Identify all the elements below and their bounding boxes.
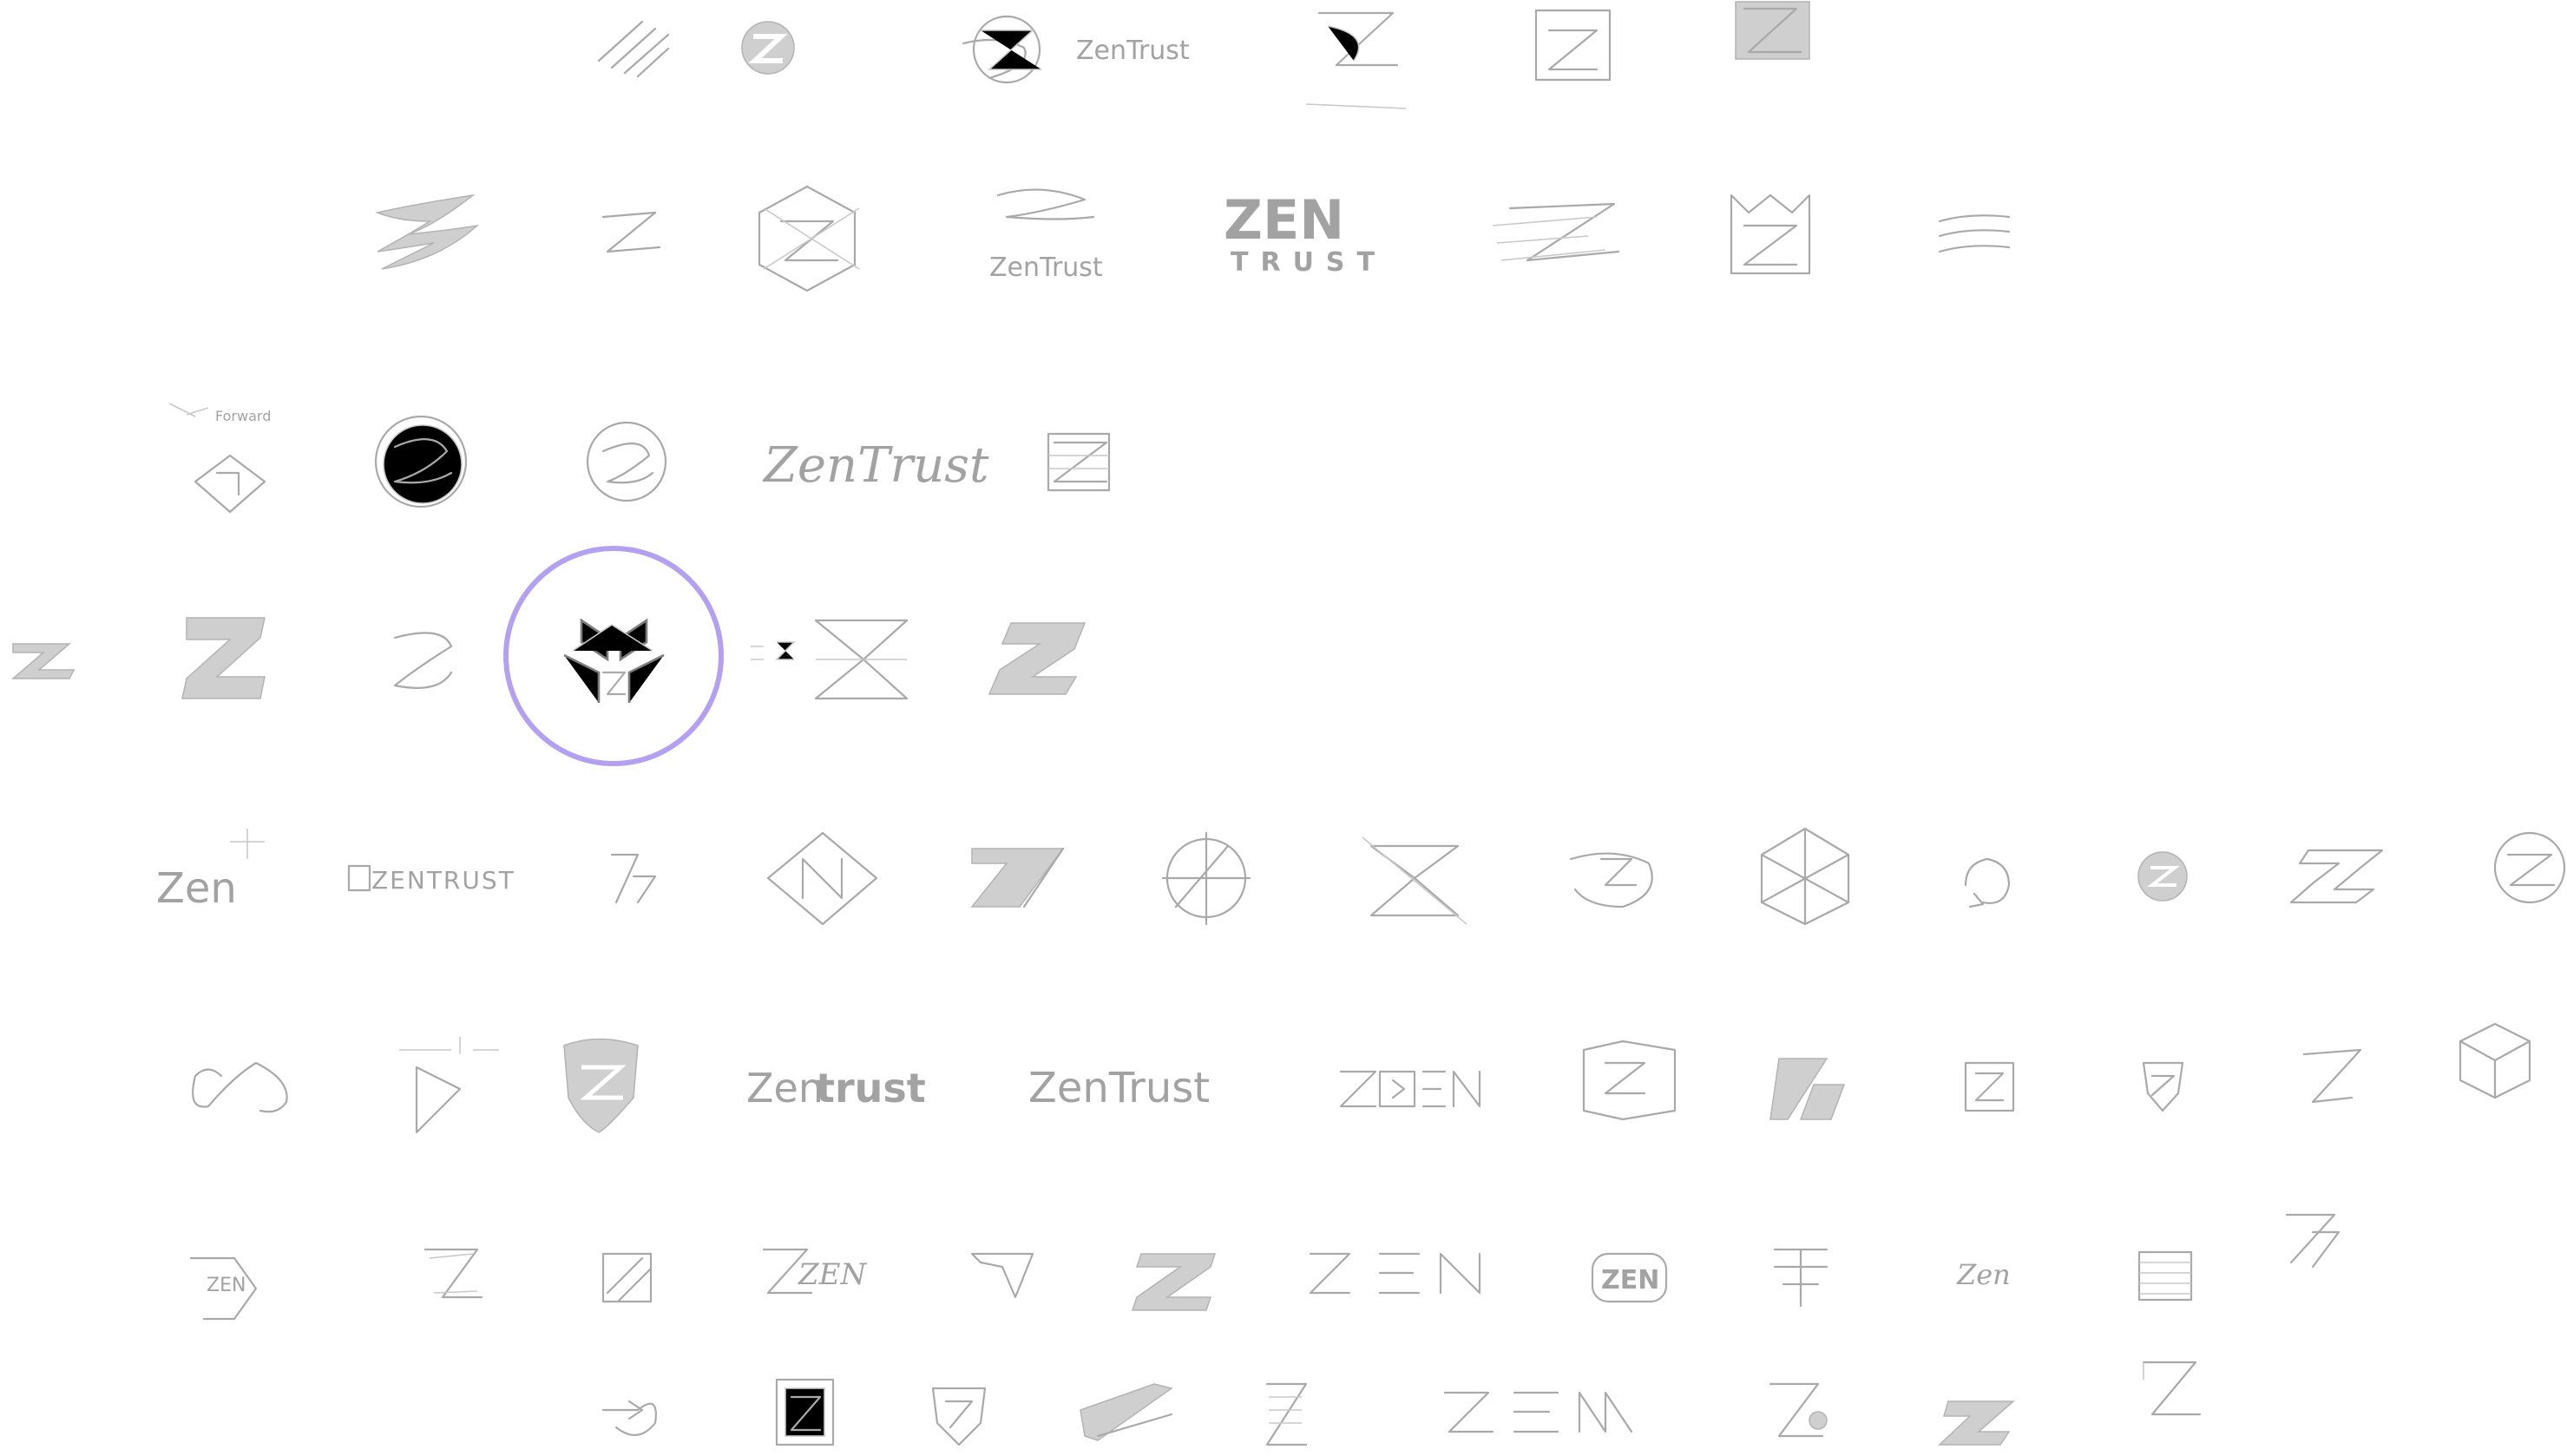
sketch-outline-z-icon bbox=[2289, 849, 2384, 904]
wordmark-zentrust-row2: ZenTrust bbox=[989, 253, 1103, 283]
sketch-double-frame-z-icon bbox=[775, 1378, 835, 1446]
sketch-tiny-z-icon bbox=[10, 643, 76, 679]
sketch-spaced-zen-wordmark bbox=[1309, 1252, 1481, 1295]
wordmark-zen-mixed: Zen bbox=[746, 1065, 824, 1112]
wordmark-zentrust-script: ZenTrust bbox=[762, 437, 989, 494]
sketch-open-book-z-icon bbox=[1582, 1040, 1677, 1121]
sketch-zen-with-cross-wordmark: Zen bbox=[156, 829, 265, 913]
logo-sketch-board: ZenTrust ZenTrust ZEN TRUST Forward ZenT… bbox=[10, 1, 2566, 1446]
sketch-zen-play-wordmark bbox=[1339, 1070, 1481, 1108]
sketch-circle-stripe-z-icon bbox=[2493, 831, 2566, 904]
sketch-striped-z-icon bbox=[1047, 432, 1111, 492]
sketch-diamond-arrow-mark: Forward bbox=[168, 403, 271, 514]
sketch-slash-frame-icon bbox=[601, 1252, 653, 1303]
selection-highlight-ring bbox=[503, 546, 724, 766]
sketch-hexagon-z-mark bbox=[758, 185, 860, 292]
sketch-hourglass-x-icon bbox=[1362, 836, 1467, 925]
sketch-bold-z-sketch-icon bbox=[423, 1248, 483, 1299]
sketch-arrow-loop-icon bbox=[601, 1400, 657, 1436]
sketch-shield-arrow-icon bbox=[931, 1387, 987, 1446]
sketch-crown-z-square-icon bbox=[1730, 193, 1811, 275]
wordmark-zen-italic: ZEN bbox=[798, 1257, 867, 1292]
sketch-zentrust-thin-wordmark: ZenTrust bbox=[1028, 1064, 1210, 1112]
three-arrow-z-mark-highlighted[interactable] bbox=[503, 546, 724, 766]
sketch-3d-block-z-icon bbox=[988, 622, 1087, 695]
sketch-zen-mono-wordmark bbox=[1443, 1391, 1633, 1433]
sketch-triangle-hourglass-mark bbox=[751, 619, 909, 700]
sketch-tiny-zen-script-icon: Zen bbox=[1956, 1258, 2011, 1291]
sketch-wave-z-mark bbox=[375, 193, 480, 270]
sketch-corner-z-icon bbox=[2142, 1361, 2202, 1416]
sketch-wave-lines-icon bbox=[1938, 214, 2011, 253]
sketch-square-z-frame-icon bbox=[1534, 9, 1612, 82]
wordmark-trust-mixed: trust bbox=[816, 1065, 926, 1112]
sketch-stacked-t-icon bbox=[1773, 1248, 1828, 1308]
sketch-swoosh-circle-mark: ZenTrust bbox=[962, 15, 1190, 84]
sketch-stacked-z-stripes-icon bbox=[1265, 1382, 1308, 1446]
sketch-round-z-badge-icon bbox=[741, 21, 795, 75]
wordmark-zentrust-caps: ZENTRUST bbox=[371, 866, 515, 895]
wordmark-zen-big: ZEN bbox=[1224, 188, 1344, 252]
wordmark-zentrust-thin: ZenTrust bbox=[1028, 1064, 1210, 1112]
sketch-italic-z-icon bbox=[2302, 1048, 2362, 1104]
sketch-badge-zen-icon: ZEN bbox=[189, 1256, 258, 1321]
sketch-diagonal-lines-icon bbox=[597, 20, 670, 78]
wordmark-trust-big: TRUST bbox=[1231, 247, 1387, 278]
sketch-z-ribbon-mark bbox=[1305, 11, 1407, 109]
sketch-orbit-z-icon bbox=[1569, 852, 1653, 908]
sketch-heavy-z-icon bbox=[1131, 1253, 1217, 1311]
sketch-zen-trust-stacked-wordmark: ZEN TRUST bbox=[1224, 188, 1387, 278]
wordmark-zentrust-row1: ZenTrust bbox=[1076, 36, 1190, 66]
sketch-outlined-zen-icon: ZEN bbox=[1591, 1252, 1668, 1303]
sketch-play-triangle-icon bbox=[399, 1037, 499, 1134]
sketch-script-wordmark: ZenTrust bbox=[762, 437, 989, 494]
sketch-rounded-diamond-n-icon bbox=[766, 831, 878, 926]
sketch-slash-z-small-icon bbox=[2285, 1213, 2340, 1269]
sketch-double-stripe-z-icon bbox=[1769, 1058, 1846, 1120]
sketch-small-z-swirl-icon bbox=[601, 211, 661, 253]
sketch-z-dot-icon bbox=[1769, 1382, 1828, 1438]
wordmark-zen-badge: ZEN bbox=[207, 1275, 246, 1296]
sketch-italic-stripe-z-icon bbox=[1492, 202, 1620, 262]
sketch-geometric-hex-icon bbox=[1760, 827, 1850, 926]
sketch-lined-square-icon bbox=[2137, 1250, 2193, 1302]
svg-text:Forward: Forward bbox=[215, 408, 271, 424]
sketch-zen-italic-wordmark: ZEN bbox=[762, 1248, 867, 1295]
sketch-clean-circle-z-icon bbox=[586, 421, 667, 502]
sketch-t-arrow-icon bbox=[970, 1252, 1034, 1299]
sketch-twin-loop-icon bbox=[192, 1061, 288, 1113]
sketch-boxed-z-icon bbox=[1964, 1061, 2015, 1112]
sketch-circle-arrow-icon bbox=[1964, 857, 2011, 908]
sketch-slanted-zn-icon bbox=[610, 853, 657, 904]
sketch-shield-z-icon bbox=[563, 1038, 639, 1133]
sketch-hatched-z-icon bbox=[1938, 1400, 2015, 1446]
sketch-shaded-block-icon bbox=[1735, 1, 1810, 60]
sketch-small-shield-icon bbox=[2142, 1061, 2184, 1112]
sketch-compass-star-icon bbox=[1161, 831, 1251, 926]
sketch-swirl-s-icon bbox=[393, 632, 453, 689]
wordmark-zen-small: Zen bbox=[156, 864, 237, 913]
wordmark-zen-outlined: ZEN bbox=[1601, 1265, 1659, 1295]
sketch-cube-icon bbox=[2459, 1022, 2531, 1099]
sketch-wide-slash-z-icon bbox=[1080, 1383, 1173, 1441]
sketch-zen-trust-mixed-wordmark: Zen trust bbox=[746, 1065, 926, 1112]
sketch-stripe-zz-icon bbox=[970, 847, 1065, 908]
wordmark-zen-tiny: Zen bbox=[1956, 1258, 2011, 1291]
sketch-small-round-z-icon bbox=[2137, 851, 2188, 902]
sketch-block-z-icon bbox=[181, 617, 266, 699]
sketch-zentrust-caps-wordmark: ZENTRUST bbox=[347, 864, 515, 895]
sketch-rough-circle-z-icon bbox=[374, 415, 468, 508]
sketch-ribbon-z-with-wordmark: ZenTrust bbox=[989, 188, 1103, 283]
